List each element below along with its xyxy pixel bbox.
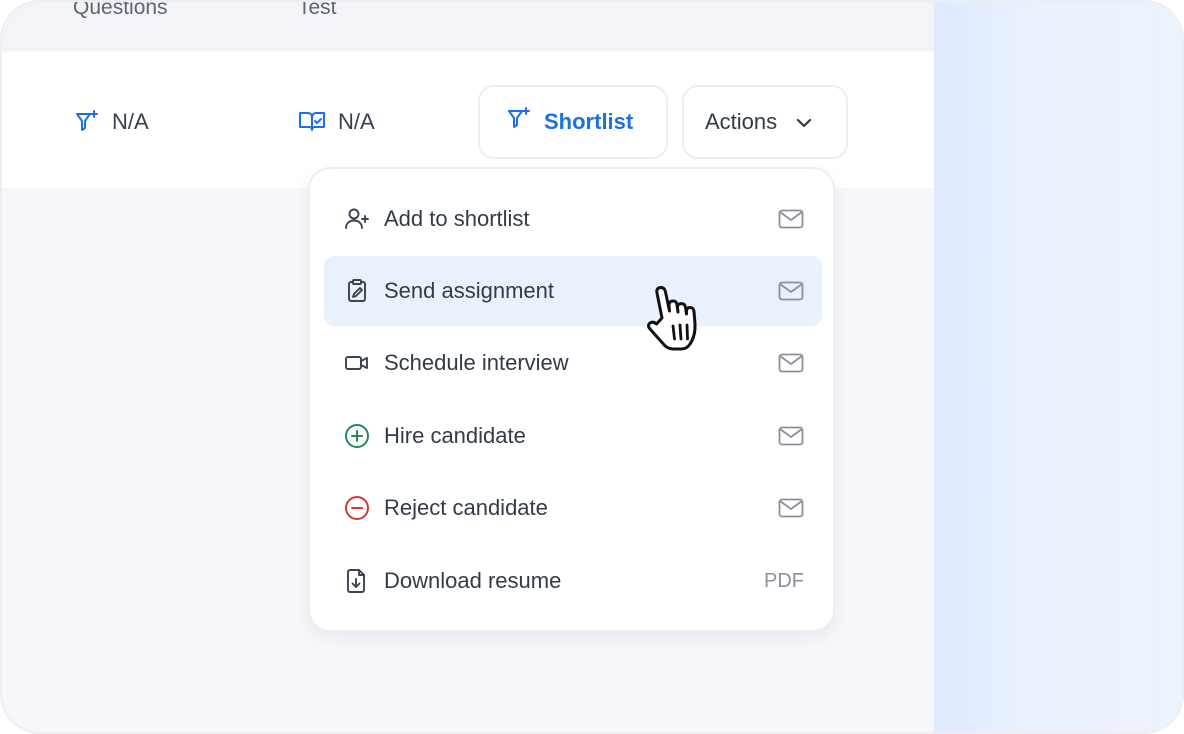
filter-sparkle-icon	[74, 109, 100, 135]
questions-cell: N/A	[74, 108, 149, 136]
menu-item-label: Send assignment	[384, 278, 554, 303]
user-plus-icon	[344, 206, 370, 232]
menu-item-label: Schedule interview	[384, 350, 569, 375]
chevron-down-icon	[795, 109, 813, 135]
mail-icon	[778, 353, 804, 373]
test-cell: N/A	[298, 108, 375, 136]
actions-dropdown-button[interactable]: Actions	[682, 85, 848, 159]
book-check-icon	[298, 109, 326, 135]
menu-item-label: Download resume	[384, 568, 562, 593]
pdf-badge: PDF	[764, 569, 804, 592]
menu-item-label: Reject candidate	[384, 495, 548, 520]
menu-item-hire-candidate[interactable]: Hire candidate	[324, 401, 822, 471]
menu-item-label: Hire candidate	[384, 423, 526, 448]
minus-circle-icon	[344, 495, 370, 521]
column-header-questions[interactable]: Questions	[73, 2, 168, 20]
table-header: Questions Test	[2, 2, 934, 50]
app-frame: Questions Test N/A N/A Shortlist Actions…	[0, 0, 1184, 734]
clipboard-edit-icon	[344, 278, 370, 304]
mail-icon	[778, 209, 804, 229]
shortlist-button-label: Shortlist	[544, 109, 634, 134]
video-icon	[344, 350, 370, 376]
side-panel	[934, 2, 1182, 732]
actions-menu: Add to shortlist Send assignment Schedul…	[308, 167, 835, 632]
mail-icon	[778, 498, 804, 518]
file-download-icon	[344, 568, 370, 594]
menu-item-send-assignment[interactable]: Send assignment	[324, 256, 822, 326]
menu-item-schedule-interview[interactable]: Schedule interview	[324, 328, 822, 398]
mail-icon	[778, 426, 804, 446]
filter-sparkle-icon	[506, 106, 532, 138]
column-header-test[interactable]: Test	[298, 2, 337, 20]
questions-value: N/A	[112, 109, 149, 134]
menu-item-add-to-shortlist[interactable]: Add to shortlist	[324, 184, 822, 254]
mail-icon	[778, 281, 804, 301]
menu-item-label: Add to shortlist	[384, 206, 530, 231]
plus-circle-icon	[344, 423, 370, 449]
menu-item-reject-candidate[interactable]: Reject candidate	[324, 473, 822, 543]
test-value: N/A	[338, 109, 375, 134]
shortlist-button[interactable]: Shortlist	[478, 85, 668, 159]
actions-button-label: Actions	[705, 109, 778, 134]
hand-pointer-cursor-icon	[647, 285, 697, 351]
menu-item-download-resume[interactable]: Download resume PDF	[324, 546, 822, 616]
